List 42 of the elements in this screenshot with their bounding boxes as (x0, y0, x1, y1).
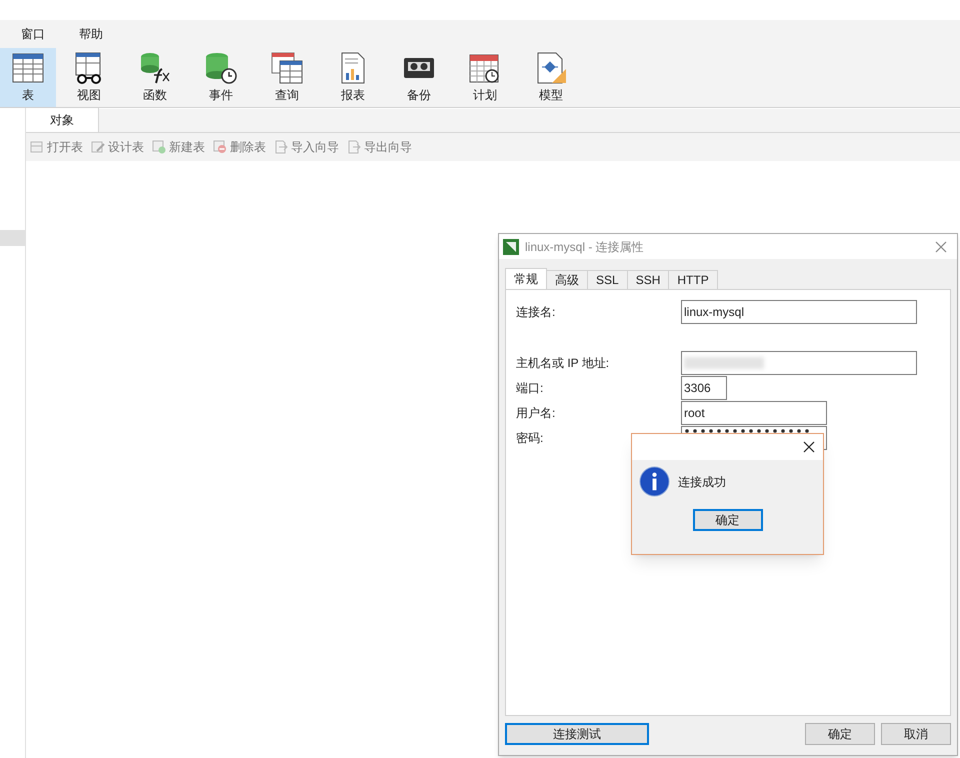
database-function-icon (138, 51, 172, 85)
menu-item[interactable]: 帮助 (76, 25, 106, 43)
ok-button[interactable]: 确定 (692, 509, 762, 531)
toolbar-button[interactable]: 事件 (188, 48, 254, 107)
tab[interactable]: HTTP (668, 270, 718, 290)
toolbar-button[interactable]: 报表 (320, 48, 386, 107)
info-icon (639, 466, 670, 497)
window-title: linux-mysql - 连接属性 (525, 238, 644, 256)
tables-icon (270, 51, 304, 85)
tab[interactable]: 对象 (26, 108, 99, 132)
table-icon (30, 140, 44, 154)
pencil-table-icon (91, 140, 105, 154)
field-label: 主机名或 IP 地址: (516, 355, 610, 372)
database-clock-icon (204, 51, 238, 85)
field-label: 用户名: (516, 405, 556, 422)
toolbar-button[interactable]: 模型 (518, 48, 584, 107)
app-logo-icon (503, 238, 519, 254)
field-label: 端口: (516, 380, 544, 397)
field-label: 密码: (516, 430, 544, 447)
toolbar-button[interactable]: 查询 (254, 48, 320, 107)
message-text: 连接成功 (678, 474, 726, 490)
toolbar-button[interactable]: 函数 (122, 48, 188, 107)
import-icon (274, 140, 288, 154)
menu-item[interactable]: 窗口 (18, 25, 48, 43)
toolbar-button[interactable]: 计划 (452, 48, 518, 107)
input-field[interactable]: linux-mysql (681, 300, 917, 324)
close-icon[interactable] (803, 441, 815, 453)
dialog-button[interactable]: 确定 (805, 723, 875, 745)
export-icon (347, 140, 361, 154)
toolbar-button[interactable]: 视图 (56, 48, 122, 107)
tab[interactable]: 常规 (505, 268, 547, 290)
field-label: 连接名: (516, 304, 556, 321)
toolbar-button[interactable]: 备份 (386, 48, 452, 107)
table-icon (11, 51, 45, 85)
toolbar-button[interactable]: 表 (0, 48, 56, 107)
input-field[interactable] (681, 351, 917, 375)
dialog-button[interactable]: 取消 (881, 723, 951, 745)
input-field[interactable]: root (681, 401, 827, 425)
add-table-icon (152, 140, 166, 154)
remove-table-icon (213, 140, 227, 154)
dialog-button[interactable]: 连接测试 (505, 723, 649, 745)
input-field[interactable]: 3306 (681, 376, 727, 400)
